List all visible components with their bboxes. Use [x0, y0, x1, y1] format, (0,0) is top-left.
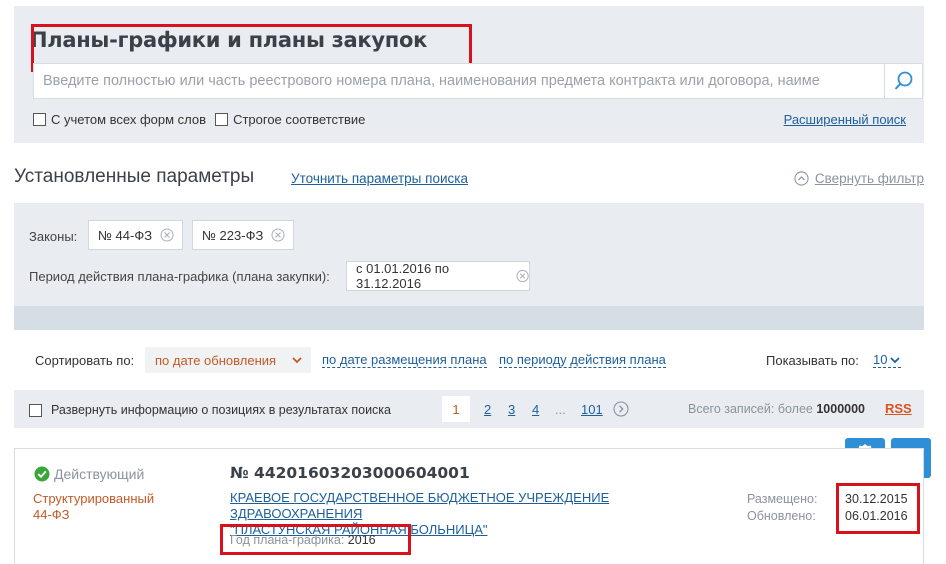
advanced-search-link[interactable]: Расширенный поиск — [784, 112, 906, 127]
law-chip-44: № 44-ФЗ — [88, 220, 183, 250]
params-title: Установленные параметры — [14, 166, 255, 187]
status: Действующий — [34, 466, 144, 482]
search-options: С учетом всех форм слов Строгое соответс… — [33, 112, 374, 127]
period-label: Период действия плана-графика (плана зак… — [29, 269, 330, 284]
collapse-filter-label: Свернуть фильтр — [814, 171, 924, 186]
page-size-value: 10 — [873, 352, 888, 367]
expand-positions-label: Развернуть информацию о позициях в резул… — [51, 403, 392, 417]
page-4[interactable]: 4 — [532, 396, 539, 422]
page-2[interactable]: 2 — [484, 396, 491, 422]
status-label: Действующий — [54, 466, 145, 482]
search-button[interactable] — [884, 64, 922, 98]
page-last[interactable]: 101 — [581, 396, 603, 422]
rss-link[interactable]: RSS — [885, 401, 912, 416]
search-box — [33, 63, 923, 99]
dates-labels: Размещено: Обновлено: — [747, 491, 817, 525]
page-size-select[interactable]: 10 — [873, 352, 902, 368]
strict-match-checkbox[interactable] — [215, 113, 229, 126]
strict-match-label: Строгое соответствие — [233, 112, 366, 127]
total-label: Всего записей: более — [688, 402, 813, 416]
page-3[interactable]: 3 — [508, 396, 515, 422]
placed-label: Размещено: — [747, 492, 818, 506]
check-circle-icon — [34, 466, 50, 482]
chevron-down-icon — [890, 357, 901, 364]
law-chip-223: № 223-ФЗ — [192, 220, 294, 250]
result-type-line: Структурированный — [33, 491, 155, 506]
close-circle-icon[interactable] — [271, 228, 285, 242]
all-forms-label: С учетом всех форм слов — [51, 112, 207, 127]
page-size-label: Показывать по: — [766, 353, 859, 368]
chevron-down-icon — [292, 357, 302, 364]
total-records: Всего записей: более 1000000 — [688, 402, 865, 416]
law-chip-label: № 44-ФЗ — [98, 227, 153, 243]
period-chip-label: с 01.01.2016 по 31.12.2016 — [356, 261, 450, 291]
filter-panel: Законы: № 44-ФЗ № 223-ФЗ Период действия… — [14, 203, 924, 330]
filter-panel-footer — [14, 306, 924, 330]
expand-positions-checkbox[interactable] — [29, 403, 42, 417]
sort-active-label: по дате обновления — [155, 352, 277, 368]
close-circle-icon[interactable] — [516, 269, 529, 283]
page-1[interactable]: 1 — [442, 396, 470, 422]
search-icon — [894, 71, 912, 90]
total-value: 1000000 — [816, 402, 866, 416]
year-highlight-box — [220, 524, 411, 555]
chevron-right-circle-icon — [613, 401, 629, 417]
plan-number[interactable]: № 44201603203000604001 — [230, 464, 470, 482]
period-chip: с 01.01.2016 по 31.12.2016 — [346, 261, 530, 291]
chevron-up-circle-icon — [794, 171, 809, 186]
updated-label: Обновлено: — [747, 509, 816, 523]
result-type: Структурированный 44-ФЗ — [33, 491, 154, 523]
result-card: Действующий Структурированный 44-ФЗ № 44… — [14, 448, 924, 564]
sort-by-placement-link[interactable]: по дате размещения плана — [322, 353, 487, 368]
refine-params-link[interactable]: Уточнить параметры поиска — [291, 171, 468, 186]
law-chip-label: № 223-ФЗ — [202, 227, 264, 243]
expand-positions: Развернуть информацию о позициях в резул… — [29, 403, 391, 417]
sort-by-period-link[interactable]: по периоду действия плана — [499, 353, 666, 368]
search-input[interactable] — [34, 64, 877, 98]
organization-line: КРАЕВОЕ ГОСУДАРСТВЕННОЕ БЮДЖЕТНОЕ УЧРЕЖД… — [230, 490, 610, 521]
close-circle-icon[interactable] — [160, 228, 174, 242]
search-panel: Планы-графики и планы закупок С учетом в… — [14, 6, 924, 143]
sort-dropdown[interactable]: по дате обновления — [145, 347, 311, 373]
laws-label: Законы: — [29, 229, 78, 244]
page-ellipsis: ... — [555, 401, 566, 417]
all-forms-checkbox[interactable] — [33, 113, 46, 126]
pager-bar: Развернуть информацию о позициях в резул… — [14, 390, 924, 428]
dates-highlight-box — [836, 483, 920, 534]
sort-label: Сортировать по: — [35, 353, 135, 368]
collapse-filter-link[interactable]: Свернуть фильтр — [794, 171, 924, 186]
result-law: 44-ФЗ — [33, 507, 70, 522]
next-page-button[interactable] — [613, 396, 629, 422]
